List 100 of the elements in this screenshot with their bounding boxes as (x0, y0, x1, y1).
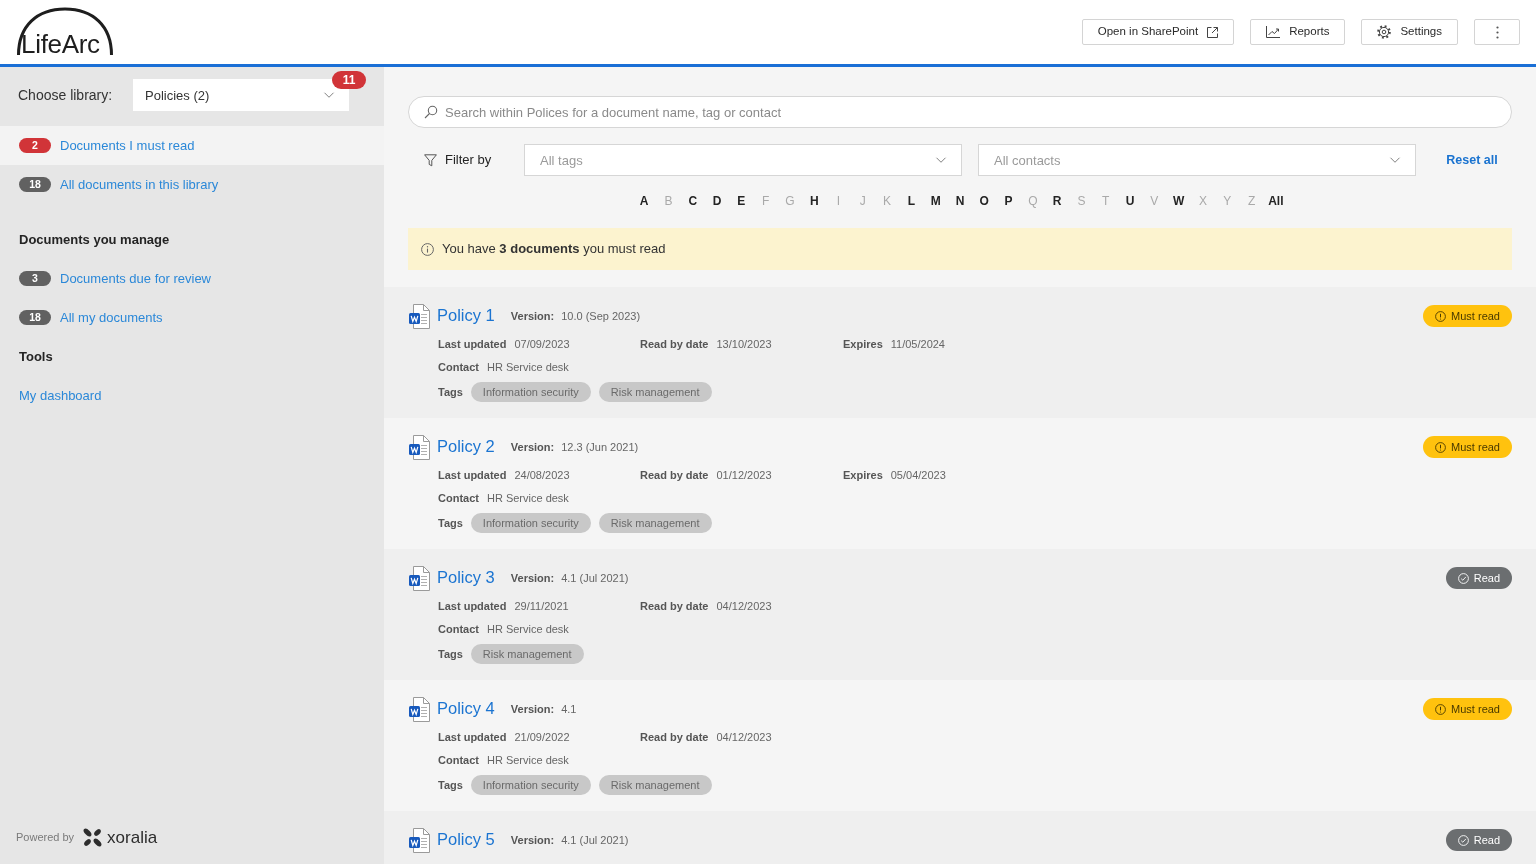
version-label: Version: (510, 439, 555, 455)
status-label: Read (1473, 832, 1500, 848)
document-title-link[interactable]: Policy 1 (437, 306, 495, 326)
field-value: 04/12/2023 (716, 730, 772, 746)
letter-filter-link[interactable]: U (1117, 191, 1143, 211)
open-external-button[interactable]: Open in SharePoint (1081, 19, 1235, 45)
document-icon (409, 303, 430, 329)
field-label: Expires (843, 468, 883, 484)
field-value: 24/08/2023 (514, 468, 570, 484)
letter-filter-link[interactable]: N (947, 191, 973, 211)
more-button[interactable] (1474, 19, 1520, 45)
version-label: Version: (510, 308, 555, 324)
tags-select[interactable]: All tags (524, 144, 962, 176)
field-value: HR Service desk (486, 360, 569, 376)
logo-arc-icon (16, 6, 114, 55)
version-label: Version: (510, 701, 555, 717)
field-label: Last updated (438, 468, 507, 484)
field-label: Contact (438, 491, 479, 507)
status-label: Must read (1451, 308, 1500, 324)
field-label: Tags (438, 777, 463, 793)
search-field[interactable]: Search within Polices for a document name, tag or contact (408, 96, 1512, 128)
version-value: 12.3 (Jun 2021) (561, 439, 639, 455)
info-icon (421, 242, 434, 256)
contacts-select[interactable]: All contacts (978, 144, 1416, 176)
field-label: Contact (438, 622, 479, 638)
pinwheel-logo-icon (82, 827, 104, 848)
letter-filter-link[interactable]: L (899, 191, 924, 211)
document-title-link[interactable]: Policy 4 (437, 699, 495, 719)
status-label: Must read (1451, 701, 1500, 717)
letter-filter-link[interactable]: C (680, 191, 705, 211)
powered-by-text: Powered by (16, 830, 75, 846)
document-icon (409, 827, 430, 853)
nav-link[interactable]: 18 All my documents (0, 298, 384, 337)
alert-circle-icon (1435, 441, 1447, 453)
check-circle-icon (1457, 572, 1469, 584)
document-icon (409, 565, 430, 591)
tag-chip: Risk management (598, 775, 712, 795)
count-badge: 2 (19, 138, 51, 153)
reports-button[interactable]: Reports (1250, 19, 1346, 45)
field-value: 11/05/2024 (890, 337, 945, 353)
version-value: 4.1 (Jul 2021) (561, 570, 629, 586)
count-badge: 18 (19, 177, 51, 192)
count-badge: 18 (19, 310, 51, 325)
version-label: Version: (510, 570, 555, 586)
tag-chip: Risk management (598, 513, 712, 533)
settings-icon (1377, 25, 1392, 39)
document-title-link[interactable]: Policy 5 (437, 830, 495, 850)
tag-chip: Risk management (598, 382, 712, 402)
letter-filter-link[interactable]: H (802, 191, 827, 211)
search-icon (424, 105, 438, 119)
letter-filter-link[interactable]: A (632, 191, 657, 211)
version-value: 4.1 (Jul 2021) (561, 832, 629, 848)
field-label: Read by date (640, 730, 709, 746)
status-label: Must read (1451, 439, 1500, 455)
line-chart-icon (1266, 26, 1281, 38)
letter-filter-link[interactable]: O (972, 191, 997, 211)
letter-filter-link[interactable]: All (1263, 191, 1288, 211)
check-circle-icon (1457, 834, 1469, 846)
version-value: 4.1 (561, 701, 577, 717)
notice-text: You have 3 documents you must read (442, 240, 666, 259)
field-value: HR Service desk (486, 753, 569, 769)
count-badge: 11 (332, 71, 366, 89)
document-title-link[interactable]: Policy 2 (437, 437, 495, 457)
field-label: Last updated (438, 337, 507, 353)
field-label: Expires (843, 337, 883, 353)
field-label: Tags (438, 384, 463, 400)
document-title-link[interactable]: Policy 3 (437, 568, 495, 588)
field-label: Contact (438, 753, 479, 769)
tag-chip: Information security (470, 775, 591, 795)
section-heading: Documents you manage (19, 230, 170, 249)
tag-chip: Risk management (470, 644, 584, 664)
version-value: 10.0 (Sep 2023) (561, 308, 641, 324)
field-label: Tags (438, 515, 463, 531)
field-label: Last updated (438, 599, 507, 615)
letter-filter-link[interactable]: W (1166, 191, 1191, 211)
field-label: Read by date (640, 468, 709, 484)
alert-circle-icon (1435, 310, 1447, 322)
version-label: Version: (510, 832, 555, 848)
reset-link[interactable]: Reset all (1446, 153, 1498, 168)
nav-link[interactable]: 3 Documents due for review (0, 259, 384, 298)
nav-link[interactable]: 18 All documents in this library (0, 165, 384, 204)
external-link-icon (1207, 26, 1219, 38)
letter-filter-link[interactable]: D (704, 191, 730, 211)
count-badge: 3 (19, 271, 51, 286)
tag-chip: Information security (470, 513, 591, 533)
settings-button[interactable]: Settings (1361, 19, 1458, 45)
logo-text: LifeArc (21, 29, 100, 58)
letter-filter-link[interactable]: R (1045, 191, 1070, 211)
letter-filter-link[interactable]: M (923, 191, 948, 211)
nav-link[interactable]: 2 Documents I must read (0, 126, 384, 165)
field-label: Read by date (640, 599, 709, 615)
library-label: Choose library: (18, 85, 114, 105)
field-label: Tags (438, 646, 463, 662)
field-value: 29/11/2021 (514, 599, 569, 615)
letter-filter-link[interactable]: E (729, 191, 754, 211)
nav-link[interactable]: My dashboard (0, 376, 384, 415)
tag-chip: Information security (470, 382, 591, 402)
section-heading: Tools (19, 347, 53, 366)
letter-filter-link[interactable]: P (996, 191, 1021, 211)
brand-name: xoralia (107, 829, 158, 846)
